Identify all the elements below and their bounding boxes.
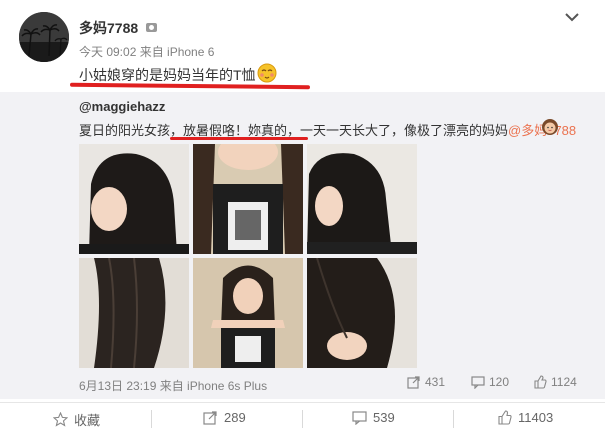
comment-icon [471,376,485,389]
like-icon [498,410,512,425]
action-divider [302,410,303,428]
post-meta: 今天 09:02 来自 iPhone 6 [79,45,215,59]
star-icon [53,412,68,427]
action-divider [453,410,454,428]
post-text: 小姑娘穿的是妈妈当年的T恤 [79,67,256,83]
repost-comment-count: 120 [489,375,510,389]
repost-like-stat[interactable]: 1124 [533,375,577,389]
repost-comment-stat[interactable]: 120 [471,375,509,389]
avatar[interactable] [19,12,69,62]
chevron-down-icon[interactable] [563,10,581,24]
like-icon [534,375,547,389]
action-divider [151,410,152,428]
red-underline-main [69,82,311,90]
repost-like-count: 1124 [551,375,577,389]
photo-5[interactable] [193,258,303,368]
comment-count: 539 [373,410,395,425]
repost-meta: 6月13日 23:19 来自 iPhone 6s Plus [79,379,268,393]
comment-icon [352,411,367,425]
photo-2[interactable] [193,144,303,254]
repost-text-body: 夏日的阳光女孩，放暑假咯！妳真的，一天一天长大了，像极了漂亮的妈妈 [79,123,509,138]
photo-3[interactable] [307,144,417,254]
share-icon [203,411,217,425]
like-count: 11403 [518,410,554,425]
repost-share-stat[interactable]: 431 [407,375,445,389]
photo-1[interactable] [79,144,189,254]
repost-count: 289 [224,410,246,425]
share-icon [407,376,420,389]
girl-emoji-icon [541,118,559,136]
blush-emoji-icon [257,63,277,83]
favorite-button[interactable]: 收藏 [53,410,100,429]
like-button[interactable]: 11403 [497,410,553,425]
repost-button[interactable]: 289 [203,410,246,425]
repost-share-count: 431 [425,375,446,389]
post-username[interactable]: 多妈7788 [79,18,138,38]
comment-button[interactable]: 539 [352,410,395,425]
photo-6[interactable] [307,258,417,368]
repost-text: 夏日的阳光女孩，放暑假咯！妳真的，一天一天长大了，像极了漂亮的妈妈@多妈7788 [79,120,576,139]
photo-4[interactable] [79,258,189,368]
red-underline-repost [170,137,308,140]
favorite-label: 收藏 [74,413,101,428]
user-badge-icon [145,20,158,32]
repost-username[interactable]: @maggiehazz [79,99,165,114]
